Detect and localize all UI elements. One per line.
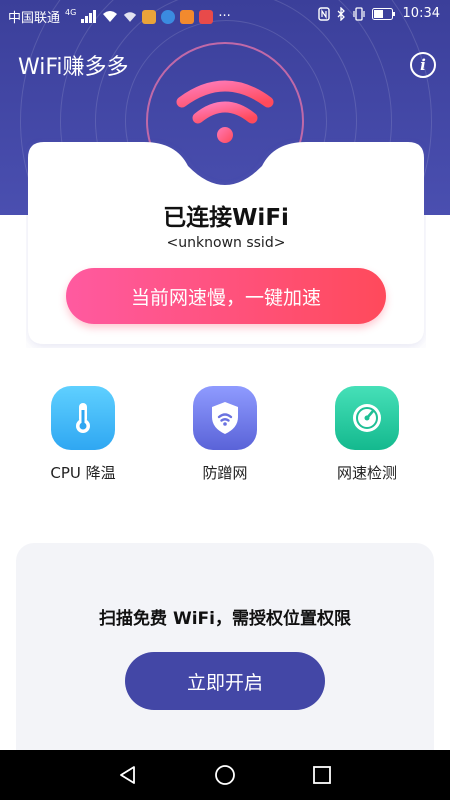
app-title: WiFi赚多多 (18, 55, 129, 80)
recents-icon (313, 766, 331, 784)
shield-wifi-icon (193, 386, 257, 450)
permission-message: 扫描免费 WiFi，需授权位置权限 (99, 609, 351, 629)
network-type: 4G (65, 8, 77, 17)
signal-icon (81, 10, 97, 23)
vibrate-icon (352, 6, 365, 21)
more-notifications: ··· (218, 9, 231, 24)
tool-label: 防蹭网 (202, 464, 248, 482)
tool-anti-leech[interactable]: 防蹭网 (170, 386, 280, 483)
recents-button[interactable] (309, 762, 335, 788)
enable-now-button[interactable]: 立即开启 (125, 652, 325, 710)
tool-speed-test[interactable]: 网速检测 (312, 386, 422, 483)
speedometer-icon (335, 386, 399, 450)
bluetooth-icon (337, 6, 345, 21)
location-permission-panel: 扫描免费 WiFi，需授权位置权限 立即开启 (16, 543, 434, 773)
wifi-status-icon (103, 11, 118, 22)
clock: 10:34 (402, 6, 440, 21)
navigation-bar (0, 750, 450, 800)
nfc-icon (317, 6, 330, 21)
carrier-label: 中国联通 (8, 11, 61, 26)
home-button[interactable] (212, 762, 238, 788)
wifi-icon (176, 80, 274, 143)
thermometer-icon (51, 386, 115, 450)
boost-button[interactable]: 当前网速慢，一键加速 (66, 268, 386, 324)
connection-card: 已连接WiFi <unknown ssid> 当前网速慢，一键加速 (26, 138, 426, 348)
connection-status: 已连接WiFi (163, 205, 289, 231)
back-button[interactable] (115, 762, 141, 788)
app-notification-icon (161, 9, 176, 24)
battery-icon (371, 7, 395, 20)
app-notification-icon (180, 9, 195, 24)
back-icon (120, 766, 135, 784)
ssid-label: <unknown ssid> (166, 235, 286, 251)
status-bar: 中国联通 4G ··· 10:34 (0, 0, 450, 30)
wifi-status-icon (124, 11, 137, 22)
info-icon: i (420, 56, 426, 74)
tool-cpu-cooling[interactable]: CPU 降温 (28, 386, 138, 483)
app-notification-icon (142, 9, 157, 24)
app-notification-icon (199, 9, 214, 24)
info-button[interactable]: i (410, 52, 436, 78)
tool-label: CPU 降温 (50, 464, 116, 482)
home-icon (215, 765, 235, 785)
tool-label: 网速检测 (336, 464, 397, 482)
